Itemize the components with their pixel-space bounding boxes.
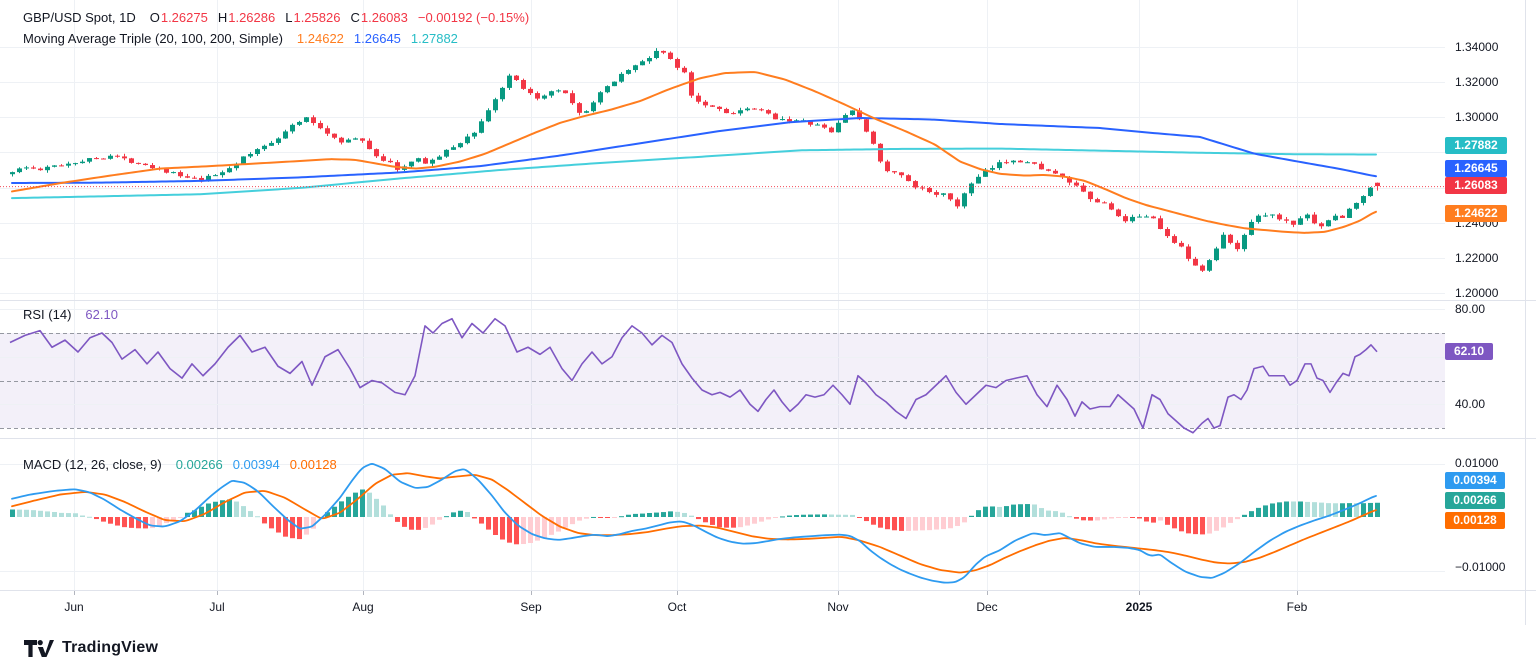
time-axis-label: Nov (827, 600, 848, 614)
price-axis-label: 1.20000 (1455, 285, 1498, 301)
price-badge: 1.26645 (1445, 160, 1507, 177)
time-axis-label: Dec (976, 600, 997, 614)
price-badge: 1.27882 (1445, 137, 1507, 154)
macd-signal-value: 0.00128 (290, 457, 337, 473)
price-axis-label: 1.30000 (1455, 109, 1498, 125)
tradingview-logo-icon (24, 640, 54, 657)
trading-chart-app: GBP/USD Spot, 1D O1.26275 H1.26286 L1.25… (0, 0, 1536, 667)
macd-hist-value: 0.00266 (176, 457, 223, 473)
indicator-badge: 0.00394 (1445, 472, 1505, 489)
time-axis-label: Oct (668, 600, 687, 614)
price-axis[interactable]: 1.340001.320001.300001.240001.220001.200… (1445, 0, 1536, 445)
rsi-title[interactable]: RSI (14) (23, 307, 71, 323)
time-axis[interactable]: Jun Jul Aug Sep Oct Nov Dec 2025 Feb (0, 590, 1445, 625)
time-axis-label: Jun (64, 600, 83, 614)
time-axis-label: Jul (209, 600, 224, 614)
time-axis-label: Aug (352, 600, 373, 614)
macd-line-value: 0.00394 (233, 457, 280, 473)
ma200-value: 1.27882 (411, 31, 458, 47)
indicator-badge: 0.00128 (1445, 512, 1505, 529)
macd-legend: MACD (12, 26, close, 9) 0.00266 0.00394 … (23, 457, 337, 473)
ohlc-low: L1.25826 (285, 10, 340, 26)
footer: TradingView (0, 625, 1536, 667)
chart-canvas[interactable] (0, 0, 1536, 667)
price-axis-label: 1.34000 (1455, 39, 1498, 55)
time-axis-label: 2025 (1126, 600, 1153, 614)
price-axis-label: 1.32000 (1455, 74, 1498, 90)
time-axis-label: Feb (1287, 600, 1308, 614)
rsi-value: 62.10 (85, 307, 118, 323)
ma-title[interactable]: Moving Average Triple (20, 100, 200, Sim… (23, 31, 283, 47)
indicator-axis-label: −0.01000 (1455, 559, 1505, 575)
indicator-badge: 0.00266 (1445, 492, 1505, 509)
price-axis-label: 1.22000 (1455, 250, 1498, 266)
ohlc-high: H1.26286 (218, 10, 275, 26)
symbol-title[interactable]: GBP/USD Spot, 1D (23, 10, 136, 26)
indicator-axis-label: 0.01000 (1455, 455, 1498, 471)
price-badge: 1.26083 (1445, 177, 1507, 194)
time-axis-label: Sep (520, 600, 541, 614)
indicator-badge: 62.10 (1445, 343, 1493, 360)
change-value: −0.00192 (−0.15%) (418, 10, 529, 26)
tradingview-brand[interactable]: TradingView (24, 639, 158, 657)
ma-legend: Moving Average Triple (20, 100, 200, Sim… (23, 31, 458, 47)
brand-text: TradingView (62, 639, 158, 657)
ma20-value: 1.24622 (297, 31, 344, 47)
indicator-axis-label: 40.00 (1455, 396, 1485, 412)
price-badge: 1.24622 (1445, 205, 1507, 222)
indicator-axis[interactable]: 80.0040.000.01000−0.0100062.100.003940.0… (1445, 445, 1536, 625)
ohlc-close: C1.26083 (350, 10, 407, 26)
macd-title[interactable]: MACD (12, 26, close, 9) (23, 457, 162, 473)
symbol-legend: GBP/USD Spot, 1D O1.26275 H1.26286 L1.25… (23, 10, 529, 26)
ohlc-open: O1.26275 (150, 10, 208, 26)
rsi-legend: RSI (14) 62.10 (23, 307, 118, 323)
ma100-value: 1.26645 (354, 31, 401, 47)
indicator-axis-label: 80.00 (1455, 301, 1485, 317)
